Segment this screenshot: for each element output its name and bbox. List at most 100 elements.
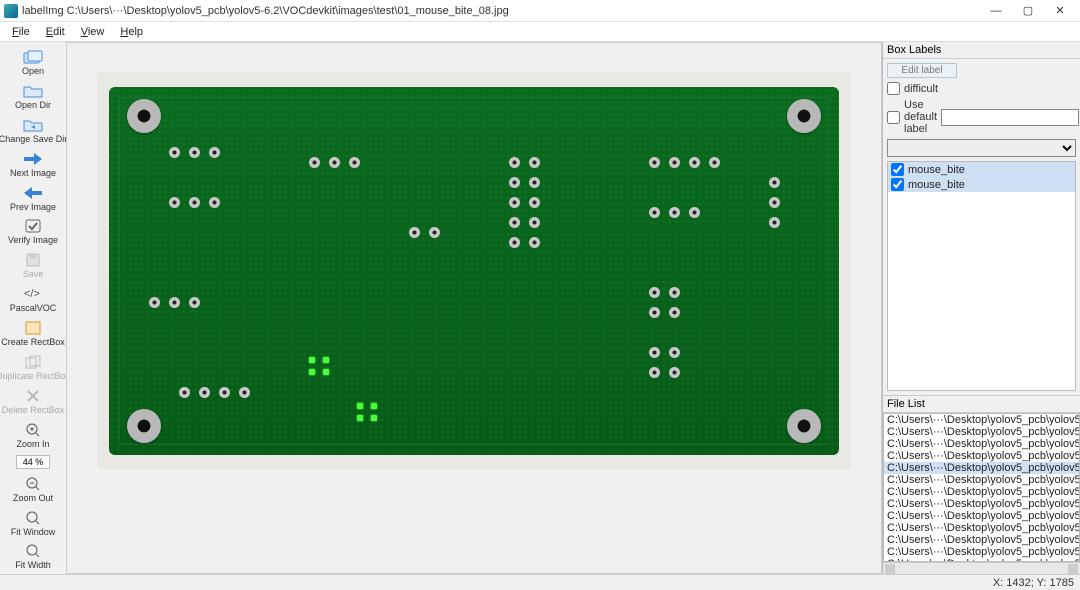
zoom-out-label: Zoom Out [13, 494, 53, 504]
next-image-button[interactable]: Next Image [2, 148, 64, 180]
label-item[interactable]: mouse_bite [888, 177, 1075, 192]
fit-width-icon [23, 543, 43, 559]
arrow-right-icon [23, 151, 43, 167]
label-item[interactable]: mouse_bite [888, 162, 1075, 177]
annotation-marker[interactable] [309, 369, 315, 375]
annotation-marker[interactable] [323, 369, 329, 375]
next-image-label: Next Image [10, 169, 56, 179]
fit-width-label: Fit Width [15, 561, 51, 571]
change-save-dir-button[interactable]: Change Save Dir [2, 114, 64, 146]
minimize-button[interactable]: — [980, 1, 1012, 21]
file-list-row[interactable]: C:\Users\···\Desktop\yolov5_pcb\yolov5-6… [884, 438, 1079, 450]
image-canvas[interactable] [66, 42, 882, 574]
use-default-label-text: Use default label [904, 99, 937, 135]
duplicate-rectbox-label: Duplicate RectBox [0, 372, 66, 382]
mounting-hole [127, 99, 161, 133]
status-bar: X: 1432; Y: 1785 [0, 574, 1080, 590]
folder-arrow-icon [23, 117, 43, 133]
verify-image-button[interactable]: Verify Image [2, 215, 64, 247]
label-combo[interactable] [887, 139, 1076, 157]
annotation-marker[interactable] [357, 403, 363, 409]
save-icon [23, 252, 43, 268]
file-list-row[interactable]: C:\Users\···\Desktop\yolov5_pcb\yolov5-6… [884, 498, 1079, 510]
use-default-label-checkbox[interactable] [887, 111, 900, 124]
annotation-marker[interactable] [357, 415, 363, 421]
label-list[interactable]: mouse_bite mouse_bite [887, 161, 1076, 391]
format-toggle-button[interactable]: </> PascalVOC [2, 283, 64, 315]
fit-window-button[interactable]: Fit Window [2, 507, 64, 539]
mounting-hole [127, 409, 161, 443]
maximize-button[interactable]: ▢ [1012, 1, 1044, 21]
file-list-row[interactable]: C:\Users\···\Desktop\yolov5_pcb\yolov5-6… [884, 450, 1079, 462]
open-icon [23, 49, 43, 65]
delete-rectbox-label: Delete RectBox [2, 406, 65, 416]
image-wrapper [99, 73, 849, 468]
delete-rectbox-button: Delete RectBox [2, 385, 64, 417]
mounting-hole [787, 409, 821, 443]
zoom-value[interactable]: 44 % [16, 455, 51, 469]
open-dir-label: Open Dir [15, 101, 51, 111]
open-label: Open [22, 67, 44, 77]
file-list-row[interactable]: C:\Users\···\Desktop\yolov5_pcb\yolov5-6… [884, 414, 1079, 426]
fit-width-button[interactable]: Fit Width [2, 540, 64, 572]
format-label: PascalVOC [10, 304, 57, 314]
difficult-checkbox[interactable] [887, 82, 900, 95]
menu-bar: File Edit View Help [0, 22, 1080, 42]
default-label-row[interactable]: Use default label [887, 99, 1076, 135]
file-list-row[interactable]: C:\Users\···\Desktop\yolov5_pcb\yolov5-6… [884, 426, 1079, 438]
edit-label-button[interactable]: Edit label [887, 63, 957, 78]
create-rectbox-button[interactable]: Create RectBox [2, 317, 64, 349]
box-labels-header: Box Labels [883, 42, 1080, 59]
app-icon [4, 4, 18, 18]
file-list-row[interactable]: C:\Users\···\Desktop\yolov5_pcb\yolov5-6… [884, 486, 1079, 498]
fit-window-icon [23, 510, 43, 526]
file-list-row[interactable]: C:\Users\···\Desktop\yolov5_pcb\yolov5-6… [884, 546, 1079, 558]
annotation-marker[interactable] [309, 357, 315, 363]
svg-text:</>: </> [24, 289, 40, 299]
close-button[interactable]: ✕ [1044, 1, 1076, 21]
open-dir-button[interactable]: Open Dir [2, 80, 64, 112]
duplicate-rectbox-button: Duplicate RectBox [2, 351, 64, 383]
right-pane: Box Labels Edit label difficult Use defa… [882, 42, 1080, 574]
file-list[interactable]: C:\Users\···\Desktop\yolov5_pcb\yolov5-6… [883, 413, 1080, 562]
label-item-checkbox[interactable] [891, 178, 904, 191]
window-title: labelImg C:\Users\···\Desktop\yolov5_pcb… [22, 5, 980, 17]
pcb-image [109, 87, 839, 455]
annotation-marker[interactable] [371, 403, 377, 409]
label-item-text: mouse_bite [908, 179, 965, 191]
left-toolbar: Open Open Dir Change Save Dir Next Image… [0, 42, 66, 574]
zoom-out-icon [23, 476, 43, 492]
file-list-row[interactable]: C:\Users\···\Desktop\yolov5_pcb\yolov5-6… [884, 510, 1079, 522]
file-list-hscroll[interactable] [883, 562, 1080, 574]
code-icon: </> [23, 286, 43, 302]
rectbox-icon [23, 320, 43, 336]
menu-view[interactable]: View [73, 24, 113, 40]
zoom-in-button[interactable]: Zoom In [2, 419, 64, 451]
create-rectbox-label: Create RectBox [1, 338, 65, 348]
file-list-row[interactable]: C:\Users\···\Desktop\yolov5_pcb\yolov5-6… [884, 534, 1079, 546]
label-item-text: mouse_bite [908, 164, 965, 176]
delete-icon [23, 388, 43, 404]
folder-icon [23, 83, 43, 99]
open-button[interactable]: Open [2, 46, 64, 78]
difficult-checkbox-row[interactable]: difficult [887, 82, 1076, 95]
zoom-out-button[interactable]: Zoom Out [2, 473, 64, 505]
file-list-row[interactable]: C:\Users\···\Desktop\yolov5_pcb\yolov5-6… [884, 474, 1079, 486]
default-label-input[interactable] [941, 109, 1079, 126]
save-button[interactable]: Save [2, 249, 64, 281]
label-item-checkbox[interactable] [891, 163, 904, 176]
zoom-in-icon [23, 422, 43, 438]
prev-image-button[interactable]: Prev Image [2, 182, 64, 214]
file-list-row[interactable]: C:\Users\···\Desktop\yolov5_pcb\yolov5-6… [884, 522, 1079, 534]
duplicate-icon [23, 354, 43, 370]
difficult-label: difficult [904, 83, 938, 95]
cursor-coords: X: 1432; Y: 1785 [993, 577, 1074, 589]
menu-help[interactable]: Help [112, 24, 151, 40]
menu-edit[interactable]: Edit [38, 24, 73, 40]
annotation-marker[interactable] [371, 415, 377, 421]
annotation-marker[interactable] [323, 357, 329, 363]
verify-image-label: Verify Image [8, 236, 58, 246]
menu-file[interactable]: File [4, 24, 38, 40]
file-list-row[interactable]: C:\Users\···\Desktop\yolov5_pcb\yolov5-6… [884, 462, 1079, 474]
prev-image-label: Prev Image [10, 203, 56, 213]
